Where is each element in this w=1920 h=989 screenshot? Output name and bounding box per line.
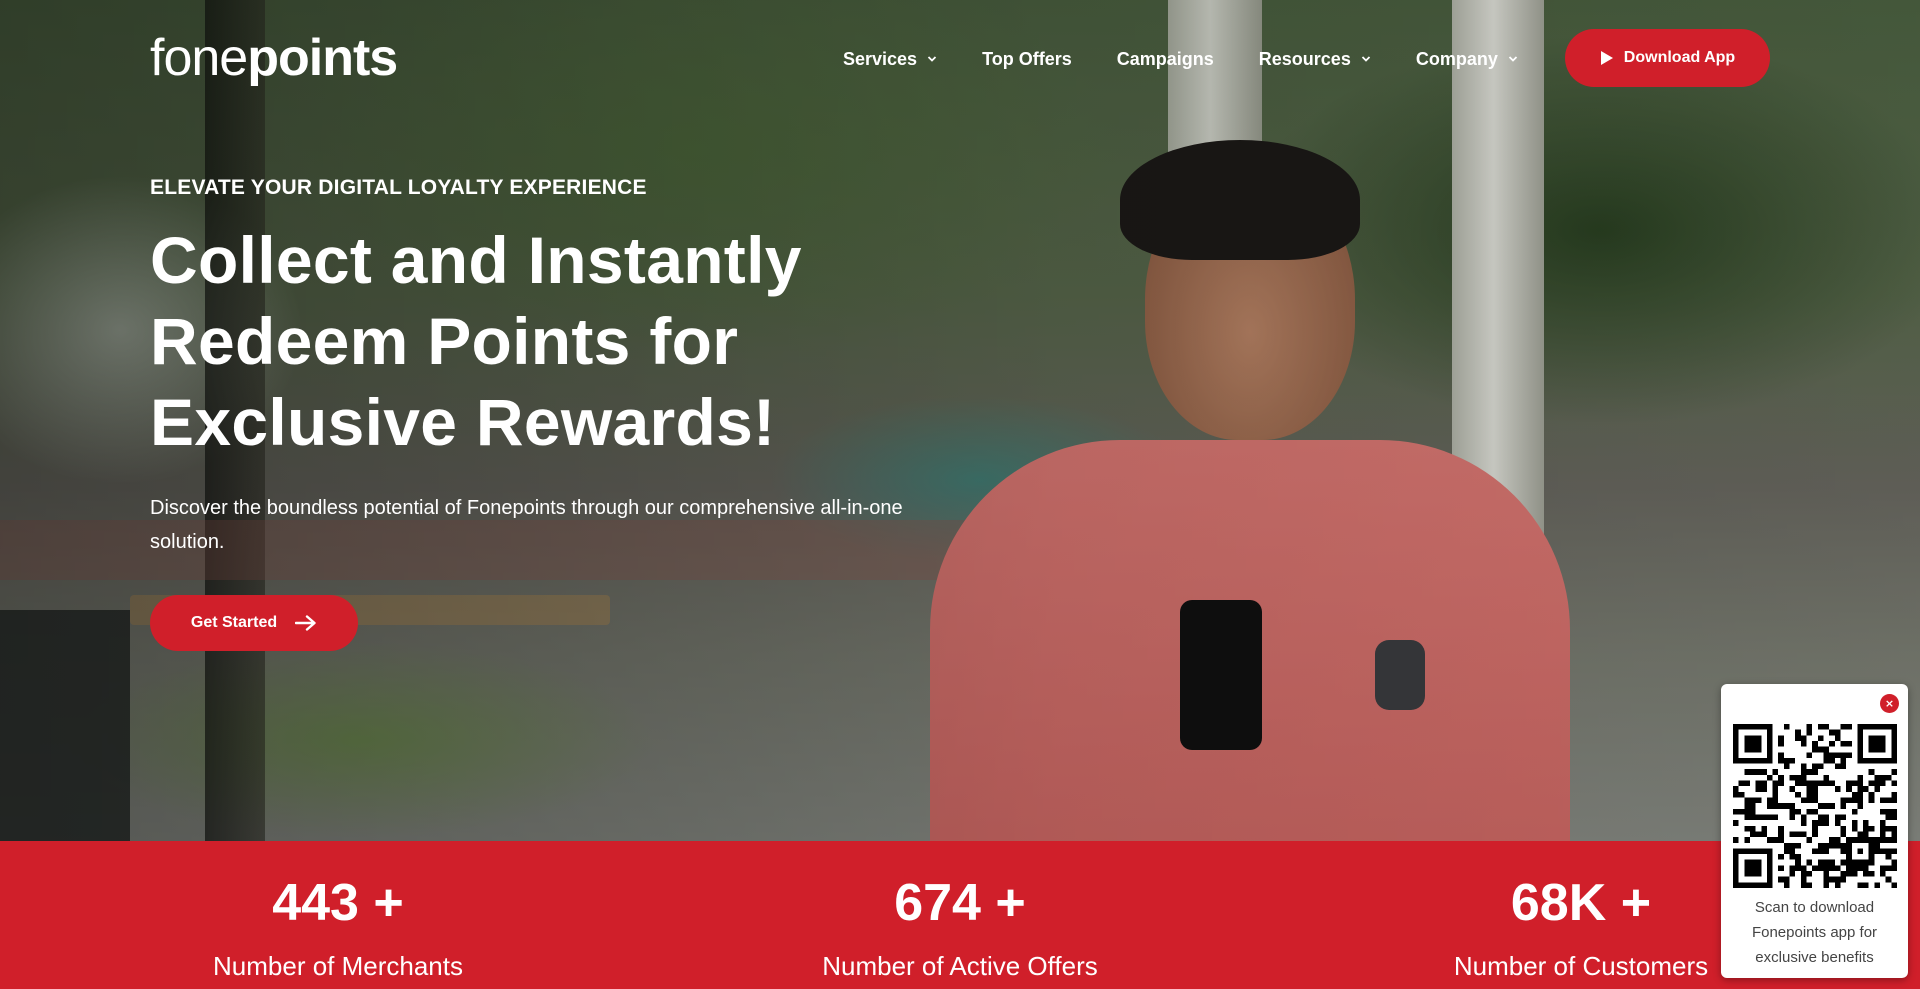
site-header: fone points Services Top Offers Campaign… (0, 0, 1920, 116)
nav-item-label: Services (843, 48, 918, 69)
get-started-label: Get Started (190, 614, 278, 631)
nav-item-company[interactable]: Company (1416, 49, 1518, 70)
nav-item-campaigns[interactable]: Campaigns (1117, 49, 1214, 70)
nav-item-top-offers[interactable]: Top Offers (982, 49, 1072, 70)
nav-item-label: Resources (1258, 48, 1351, 69)
download-app-label: Download App (1623, 49, 1736, 66)
qr-code-image (1733, 724, 1897, 888)
download-app-button[interactable]: Download App (1565, 29, 1770, 87)
chevron-down-icon (1361, 56, 1370, 62)
hero-headline: Collect and Instantly Redeem Points for … (150, 220, 950, 463)
stat-merchants: 443 + Number of Merchants (128, 841, 548, 981)
fonepoints-logo[interactable]: fone points (150, 28, 398, 88)
hero-headline-line: Redeem Points for (150, 304, 739, 378)
nav-item-label: Campaigns (1116, 48, 1214, 69)
stats-bar: 443 + Number of Merchants 674 + Number o… (0, 841, 1920, 989)
hero-headline-line: Collect and Instantly (150, 223, 802, 297)
close-icon[interactable]: × (1880, 694, 1899, 713)
hero-headline-line: Exclusive Rewards! (150, 385, 776, 459)
play-icon (1600, 51, 1613, 65)
logo-text-fone: fone (150, 29, 248, 87)
chevron-down-icon (927, 56, 937, 62)
nav-item-label: Company (1415, 48, 1498, 69)
stat-label: Number of Active Offers (822, 951, 1098, 981)
stat-active-offers: 674 + Number of Active Offers (750, 841, 1170, 981)
stat-value: 443 + (272, 874, 404, 932)
stat-label: Number of Merchants (213, 951, 463, 981)
main-nav: Services Top Offers Campaigns Resources … (843, 46, 1518, 72)
hero-eyebrow: ELEVATE YOUR DIGITAL LOYALTY EXPERIENCE (150, 176, 647, 199)
qr-caption: Scan to download Fonepoints app for excl… (1751, 899, 1878, 966)
nav-item-services[interactable]: Services (843, 49, 937, 70)
qr-download-popup: × Scan to download Fonepoints app for ex… (1721, 684, 1908, 978)
hero-content: ELEVATE YOUR DIGITAL LOYALTY EXPERIENCE … (150, 176, 950, 651)
nav-item-resources[interactable]: Resources (1259, 49, 1371, 70)
arrow-right-icon (295, 615, 316, 631)
stat-value: 674 + (894, 874, 1026, 932)
hero-description: Discover the boundless potential of Fone… (150, 497, 903, 553)
nav-item-label: Top Offers (982, 48, 1072, 69)
get-started-button[interactable]: Get Started (150, 595, 358, 651)
logo-text-points: points (247, 29, 398, 87)
chevron-down-icon (1508, 56, 1517, 62)
